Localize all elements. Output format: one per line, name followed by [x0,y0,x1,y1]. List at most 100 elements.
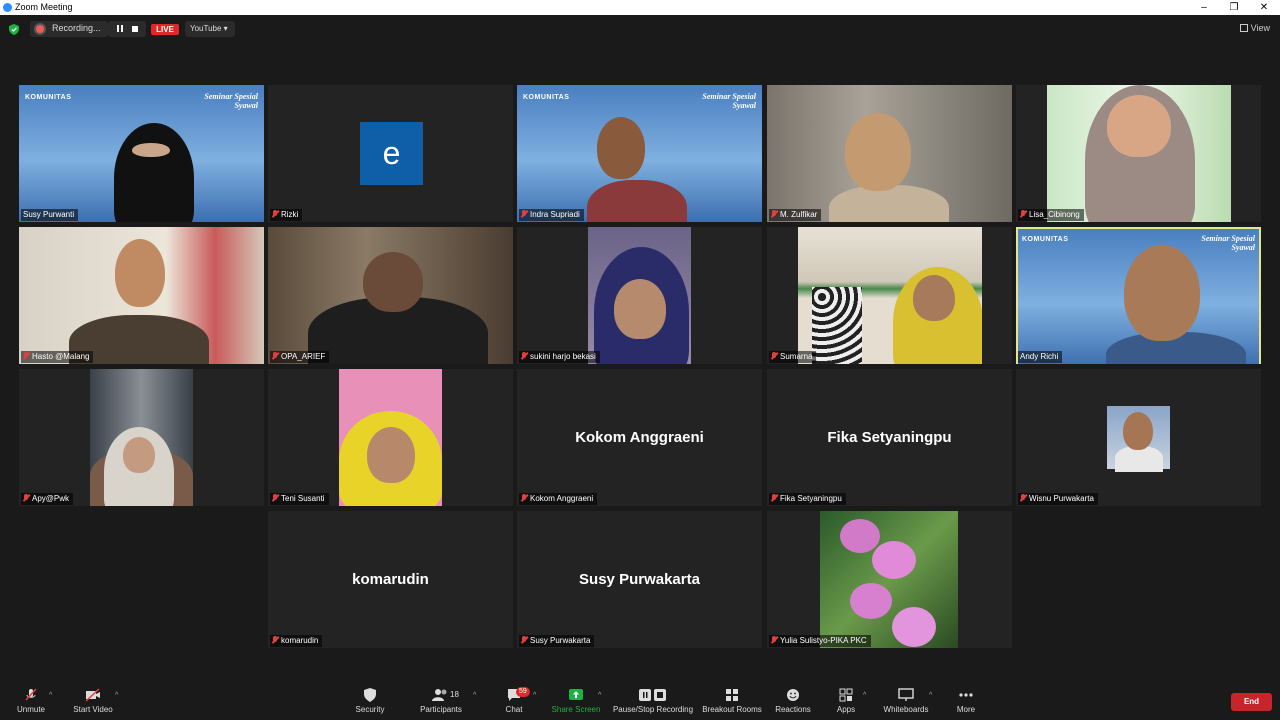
muted-mic-icon [272,352,278,360]
view-button[interactable]: View [1239,23,1270,33]
muted-mic-icon [771,494,777,502]
chat-label: Chat [505,705,523,714]
reactions-button[interactable]: Reactions [774,688,812,718]
pause-recording-icon[interactable] [117,25,123,32]
video-tile-2[interactable]: KOMUNITAS Seminar Spesial Syawal Indra Su… [517,85,762,222]
participant-face [845,113,911,191]
close-button[interactable]: ✕ [1249,0,1279,15]
participant-display-name: komarudin [352,571,429,588]
video-tile-11[interactable]: Teni Susanti [268,369,513,506]
window-title: Zoom Meeting [15,2,73,12]
video-tile-14[interactable]: Wisnu Purwakarta [1016,369,1261,506]
video-tile-8[interactable]: Sumarna [767,227,1012,364]
youtube-stream-dropdown[interactable]: YouTube ▾ [185,21,235,37]
video-feed [90,369,193,506]
video-tile-12[interactable]: Kokom Anggraeni Kokom Anggraeni [517,369,762,506]
minimize-button[interactable]: – [1189,0,1219,15]
video-tile-17[interactable]: Yulia Sulistyo-PIKA PKC [767,511,1012,648]
audio-options-chevron-icon[interactable]: ^ [49,692,52,699]
pause-stop-recording-button[interactable]: Pause/Stop Recording [612,688,694,718]
video-tile-10[interactable]: Apy@Pwk [19,369,264,506]
video-feed [588,227,691,364]
video-tile-7[interactable]: sukini harjo bekasi [517,227,762,364]
participant-name-tag: Sumarna [769,351,817,363]
video-tile-15[interactable]: komarudin komarudin [268,511,513,648]
video-tile-1[interactable]: e Rizki [268,85,513,222]
video-off-icon [85,688,100,702]
video-tile-16[interactable]: Susy Purwakarta Susy Purwakarta [517,511,762,648]
window-titlebar: Zoom Meeting – ❐ ✕ [0,0,1280,15]
recording-dot-icon [36,25,44,33]
participant-name-tag: Fika Setyaningpu [769,493,846,505]
video-tile-5[interactable]: Hasto @Malang [19,227,264,364]
reactions-label: Reactions [775,705,811,714]
participant-name-tag: Teni Susanti [270,493,329,505]
security-shield-icon [364,688,376,702]
encryption-shield-icon[interactable] [9,24,19,35]
participant-name-tag: Indra Supriadi [519,209,584,221]
orchid-flower [872,541,916,579]
participant-face [614,279,666,339]
participant-name-tag: M. Zulfikar [769,209,822,221]
participant-name-tag: Susy Purwanti [21,209,79,221]
banner-title: Seminar Spesial Syawal [702,92,756,110]
participant-name-tag: Apy@Pwk [21,493,74,505]
security-label: Security [355,705,385,714]
video-tile-6[interactable]: OPA_ARIEF [268,227,513,364]
reactions-smiley-icon [787,689,799,701]
unmute-button[interactable]: Unmute [12,688,50,718]
participants-icon [432,689,447,701]
muted-mic-icon [1020,210,1026,218]
chat-options-chevron-icon[interactable]: ^ [533,692,536,699]
view-label: View [1250,23,1270,33]
muted-mic-icon [521,352,527,360]
more-dots-icon [959,693,973,697]
breakout-rooms-button[interactable]: Breakout Rooms [702,688,762,718]
muted-microphone-icon [25,688,37,701]
orchid-flower [850,583,892,619]
video-tile-13[interactable]: Fika Setyaningpu Fika Setyaningpu [767,369,1012,506]
participant-name-tag: Rizki [270,209,303,221]
muted-mic-icon [272,494,278,502]
participant-name-tag: Wisnu Purwakarta [1018,493,1098,505]
participant-name-tag: Kokom Anggraeni [519,493,598,505]
pause-stop-icon [639,689,666,701]
participant-name-tag: Yulia Sulistyo-PIKA PKC [769,635,871,647]
share-screen-label: Share Screen [551,705,601,714]
pause-stop-recording-label: Pause/Stop Recording [612,705,694,714]
video-tile-3[interactable]: M. Zulfikar [767,85,1012,222]
video-tile-9-active-speaker[interactable]: KOMUNITAS Seminar Spesial Syawal Andy Ric… [1016,227,1261,364]
video-tile-0[interactable]: KOMUNITAS Seminar Spesial Syawal Susy Pur… [19,85,264,222]
participant-name-tag: Susy Purwakarta [519,635,595,647]
apps-options-chevron-icon[interactable]: ^ [863,692,866,699]
whiteboards-options-chevron-icon[interactable]: ^ [929,692,932,699]
start-video-button[interactable]: Start Video [70,688,116,718]
participant-name-tag: sukini harjo bekasi [519,351,600,363]
share-screen-button[interactable]: Share Screen [550,688,602,718]
more-button[interactable]: More [952,688,980,718]
avatar: e [360,122,423,185]
restore-button[interactable]: ❐ [1219,0,1249,15]
profile-face [1123,412,1153,450]
meeting-toolbar: Unmute ^ Start Video ^ Security Particip… [0,686,1280,720]
banner-title: Seminar Spesial Syawal [204,92,258,110]
video-options-chevron-icon[interactable]: ^ [115,692,118,699]
participants-options-chevron-icon[interactable]: ^ [473,692,476,699]
muted-mic-icon [521,494,527,502]
participant-name-tag: Andy Richi [1018,351,1063,363]
participant-display-name: Susy Purwakarta [579,571,700,588]
video-feed [339,369,442,506]
whiteboards-button[interactable]: Whiteboards [880,688,932,718]
orchid-flower [892,607,936,647]
video-tile-4[interactable]: Lisa_Cibinong [1016,85,1261,222]
apps-button[interactable]: Apps [832,688,860,718]
stop-recording-icon[interactable] [132,26,138,32]
security-button[interactable]: Security [350,688,390,718]
participant-name-tag: komarudin [270,635,323,647]
participant-face [367,427,415,483]
share-options-chevron-icon[interactable]: ^ [598,692,601,699]
muted-mic-icon [521,636,527,644]
end-meeting-button[interactable]: End [1231,693,1272,711]
participant-face [1107,95,1171,157]
participants-button[interactable]: Participants [415,688,467,718]
